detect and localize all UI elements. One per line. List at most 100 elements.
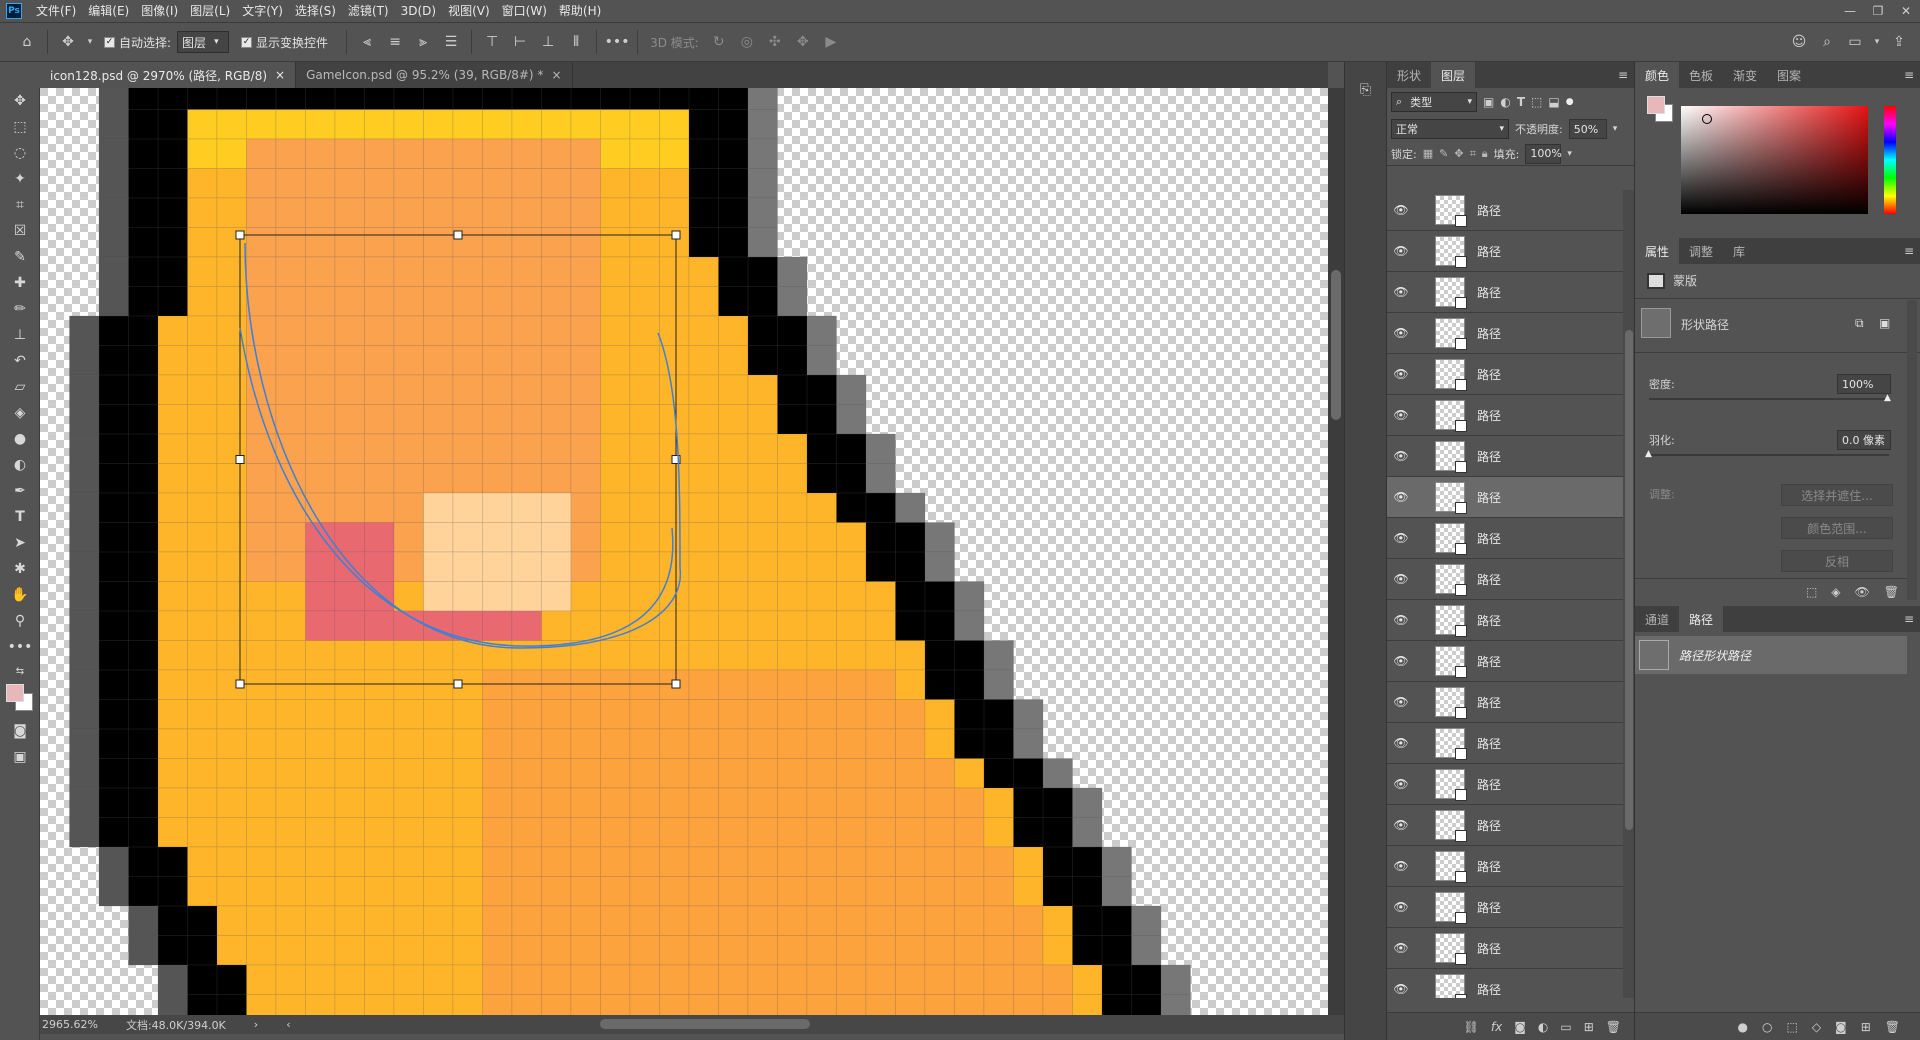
menu-item[interactable]: 文件(F) xyxy=(30,0,82,22)
tab-shapes[interactable]: 形状 xyxy=(1387,62,1431,88)
paint-bucket-icon[interactable]: ◈ xyxy=(0,400,40,426)
pixel-filter-icon[interactable]: ▣ xyxy=(1483,95,1494,109)
layer-row[interactable]: 👁︎ 路径 xyxy=(1387,436,1623,477)
eye-icon[interactable]: 👁︎ xyxy=(1387,654,1415,668)
layer-row[interactable]: 👁︎ 路径 xyxy=(1387,723,1623,764)
chevron-down-icon[interactable]: ▾ xyxy=(1613,124,1618,134)
layer-row[interactable]: 👁︎ 路径 xyxy=(1387,231,1623,272)
eye-icon[interactable]: 👁︎ xyxy=(1387,244,1415,258)
new-path-icon[interactable]: ⊞ xyxy=(1861,1020,1871,1034)
eye-icon[interactable]: 👁︎ xyxy=(1387,613,1415,627)
menu-item[interactable]: 3D(D) xyxy=(395,0,442,22)
history-panel-icon[interactable]: ⎘ xyxy=(1355,82,1377,104)
panel-menu-icon[interactable]: ≡ xyxy=(1904,612,1914,626)
menu-item[interactable]: 文字(Y) xyxy=(236,0,289,22)
share-user-icon[interactable]: ☺ xyxy=(1788,31,1810,53)
eye-icon[interactable]: 👁︎ xyxy=(1387,695,1415,709)
invert-button[interactable]: 反相 xyxy=(1781,550,1893,572)
path-selection-icon[interactable]: ➤ xyxy=(0,530,40,556)
feather-slider-track[interactable] xyxy=(1649,454,1889,456)
layer-row[interactable]: 👁︎ 路径 xyxy=(1387,559,1623,600)
layer-row[interactable]: 👁︎ 路径 xyxy=(1387,395,1623,436)
feather-slider-handle[interactable]: ▲ xyxy=(1645,449,1652,459)
menu-item[interactable]: 滤镜(T) xyxy=(342,0,395,22)
tab-icon128[interactable]: icon128.psd @ 2970% (路径, RGB/8) × xyxy=(40,62,297,88)
panel-menu-icon[interactable]: ≡ xyxy=(1904,244,1914,258)
adjustment-layer-icon[interactable]: ◐ xyxy=(1538,1020,1548,1034)
stamp-tool-icon[interactable]: ⊥ xyxy=(0,322,40,348)
link-layers-icon[interactable]: ⛓ xyxy=(1464,1020,1479,1034)
lock-transparent-icon[interactable]: ▦ xyxy=(1423,147,1433,160)
history-brush-icon[interactable]: ↶ xyxy=(0,348,40,374)
tab-gradients[interactable]: 渐变 xyxy=(1723,62,1767,88)
minimize-icon[interactable]: — xyxy=(1836,0,1864,22)
new-group-icon[interactable]: ▭ xyxy=(1560,1020,1571,1034)
load-selection-icon[interactable]: ⬚ xyxy=(1806,585,1817,599)
delete-path-icon[interactable]: 🗑︎ xyxy=(1885,1020,1900,1034)
tab-swatches[interactable]: 色板 xyxy=(1679,62,1723,88)
layer-row[interactable]: 👁︎ 路径 xyxy=(1387,354,1623,395)
hand-tool-icon[interactable]: ✋ xyxy=(0,582,40,608)
vertical-scrollbar[interactable] xyxy=(1328,88,1344,1015)
align-center-icon[interactable]: ≡ xyxy=(384,31,406,53)
layer-filter-dropdown[interactable]: ⌕ 类型 ▾ xyxy=(1391,92,1477,112)
foreground-color-swatch[interactable] xyxy=(6,684,24,702)
chevron-down-icon[interactable]: ▾ xyxy=(1872,31,1882,53)
eye-icon[interactable]: 👁︎ xyxy=(1387,285,1415,299)
opacity-input[interactable]: 50% xyxy=(1568,119,1607,139)
swap-colors-icon[interactable]: ⇆ xyxy=(0,660,40,682)
eye-icon[interactable]: 👁︎ xyxy=(1387,572,1415,586)
tab-color[interactable]: 颜色 xyxy=(1635,62,1680,88)
eye-icon[interactable]: 👁︎ xyxy=(1387,941,1415,955)
add-mask-icon[interactable]: ◙ xyxy=(1835,1020,1847,1034)
status-arrow-icon[interactable]: › xyxy=(254,1018,258,1031)
apply-mask-footer-icon[interactable]: ◈ xyxy=(1831,585,1840,599)
lock-position-icon[interactable]: ✥ xyxy=(1454,147,1463,160)
add-mask-icon[interactable]: ◙ xyxy=(1514,1020,1526,1034)
layer-row[interactable]: 👁︎ 路径 xyxy=(1387,682,1623,723)
align-middle-icon[interactable]: ⊢ xyxy=(509,31,531,53)
feather-input[interactable]: 0.0 像素 xyxy=(1837,430,1891,450)
lasso-tool-icon[interactable]: ◌ xyxy=(0,140,40,166)
color-range-button[interactable]: 颜色范围... xyxy=(1781,517,1893,539)
blur-tool-icon[interactable]: ● xyxy=(0,426,40,452)
align-bottom-icon[interactable]: ⊥ xyxy=(537,31,559,53)
search-icon[interactable]: ⌕ xyxy=(1816,31,1838,53)
magic-wand-icon[interactable]: ✦ xyxy=(0,166,40,192)
pen-tool-icon[interactable]: ✒ xyxy=(0,478,40,504)
select-mask-icon[interactable]: ⧉ xyxy=(1855,316,1864,331)
auto-select-checkbox[interactable]: ✓ 自动选择: xyxy=(104,34,171,51)
healing-brush-icon[interactable]: ✚ xyxy=(0,270,40,296)
marquee-tool-icon[interactable]: ⬚ xyxy=(0,114,40,140)
eye-icon[interactable]: 👁︎ xyxy=(1387,203,1415,217)
tab-patterns[interactable]: 图案 xyxy=(1767,62,1811,88)
tab-adjustments[interactable]: 调整 xyxy=(1679,238,1723,264)
menu-item[interactable]: 图像(I) xyxy=(135,0,184,22)
lock-pixels-icon[interactable]: ✎ xyxy=(1439,147,1448,160)
fill-path-icon[interactable]: ● xyxy=(1738,1020,1748,1034)
distribute-icon[interactable]: ☰ xyxy=(440,31,462,53)
stroke-path-icon[interactable]: ○ xyxy=(1762,1020,1772,1034)
align-left-icon[interactable]: ⫷ xyxy=(356,31,378,53)
more-options-icon[interactable]: ••• xyxy=(605,31,630,53)
restore-icon[interactable]: ❐ xyxy=(1864,0,1892,22)
tab-properties[interactable]: 属性 xyxy=(1635,238,1680,264)
frame-tool-icon[interactable]: ☒ xyxy=(0,218,40,244)
fill-input[interactable]: 100% xyxy=(1525,143,1562,164)
tab-paths[interactable]: 路径 xyxy=(1679,606,1724,632)
layer-row[interactable]: 👁︎ 路径 xyxy=(1387,600,1623,641)
delete-mask-icon[interactable]: 🗑︎ xyxy=(1884,585,1899,599)
select-and-mask-button[interactable]: 选择并遮住... xyxy=(1781,484,1893,506)
blend-mode-dropdown[interactable]: 正常 ▾ xyxy=(1391,119,1509,139)
show-transform-checkbox[interactable]: ✓ 显示变换控件 xyxy=(241,34,328,51)
delete-layer-icon[interactable]: 🗑︎ xyxy=(1606,1020,1621,1034)
smart-object-filter-icon[interactable]: ⬓ xyxy=(1548,95,1559,109)
close-window-icon[interactable]: ✕ xyxy=(1892,0,1920,22)
eye-icon[interactable]: 👁︎ xyxy=(1387,859,1415,873)
layers-scroll-thumb[interactable] xyxy=(1625,330,1633,830)
menu-item[interactable]: 帮助(H) xyxy=(553,0,607,22)
dodge-tool-icon[interactable]: ◐ xyxy=(0,452,40,478)
filter-toggle-icon[interactable]: ● xyxy=(1566,97,1574,107)
eye-icon[interactable]: 👁︎ xyxy=(1387,408,1415,422)
path-to-selection-icon[interactable]: ⬚ xyxy=(1786,1020,1797,1034)
